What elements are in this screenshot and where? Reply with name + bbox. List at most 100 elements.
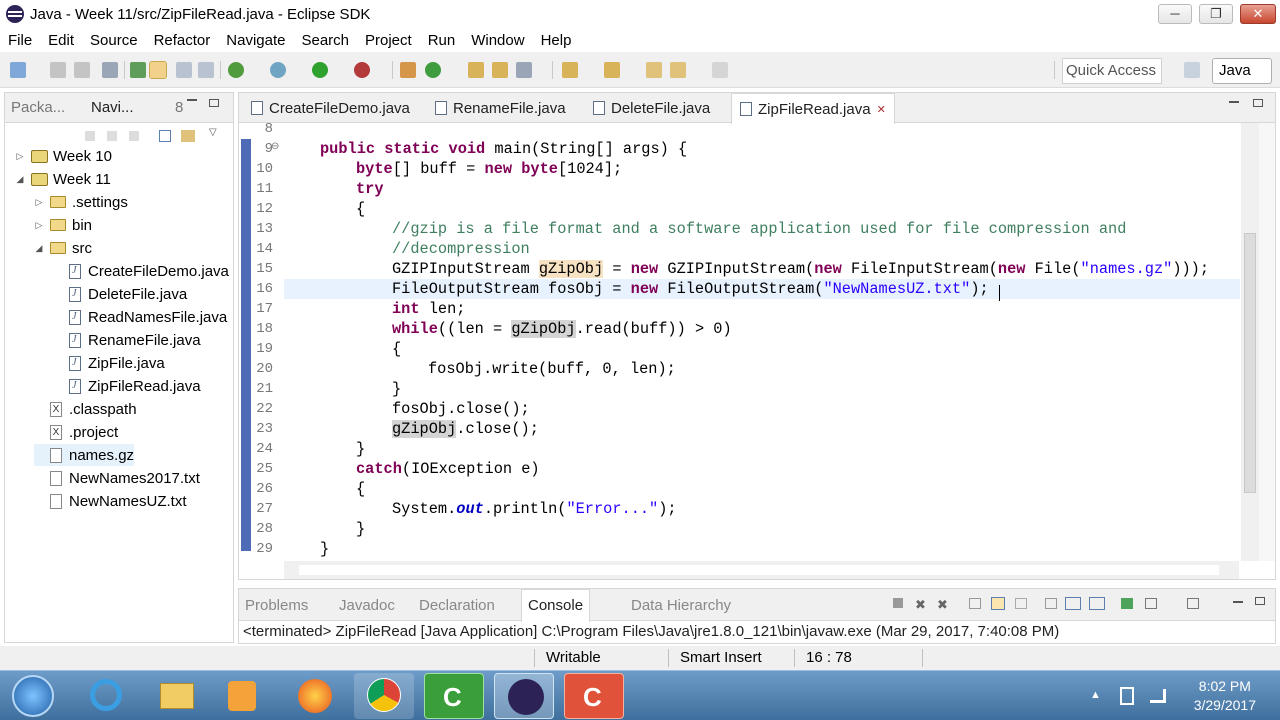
pin-console-icon[interactable]: [1045, 598, 1057, 609]
menu-project[interactable]: Project: [357, 32, 420, 49]
menu-search[interactable]: Search: [293, 32, 357, 49]
menu-run[interactable]: Run: [420, 32, 464, 49]
display-console-icon[interactable]: [1065, 597, 1081, 610]
explorer-taskbar-button[interactable]: [146, 673, 206, 719]
minimize-editor-icon[interactable]: [1229, 101, 1239, 103]
tab-javadoc[interactable]: Javadoc: [339, 597, 395, 614]
overview-ruler[interactable]: [1259, 123, 1275, 561]
media-taskbar-button[interactable]: [212, 673, 272, 719]
tree-item[interactable]: ZipFile.java: [53, 352, 165, 374]
fold-icon[interactable]: ⊖: [271, 141, 279, 152]
expand-toggle-icon[interactable]: ◢: [15, 174, 25, 185]
new-java-project-icon[interactable]: [400, 62, 416, 78]
tree-item[interactable]: ▷ .settings: [34, 191, 128, 213]
open-perspective-icon[interactable]: [1184, 62, 1200, 78]
quick-access-input[interactable]: Quick Access: [1062, 58, 1162, 84]
tab-deletefile[interactable]: DeleteFile.java: [585, 93, 718, 123]
tab-zipfileread[interactable]: ZipFileRead.java ✕: [731, 93, 895, 124]
tab-overflow[interactable]: 8: [175, 99, 183, 116]
menu-navigate[interactable]: Navigate: [218, 32, 293, 49]
eclipse-taskbar-button[interactable]: [494, 673, 554, 719]
tree-item[interactable]: NewNamesUZ.txt: [34, 490, 187, 512]
expand-toggle-icon[interactable]: ▷: [15, 151, 25, 162]
tab-navigator[interactable]: Navi...: [91, 99, 134, 116]
camtasia-green-taskbar-button[interactable]: C: [424, 673, 484, 719]
remove-all-icon[interactable]: ✖: [937, 597, 948, 613]
minimize-console-icon[interactable]: [1233, 601, 1243, 603]
start-button-icon[interactable]: [12, 675, 54, 717]
run-icon[interactable]: [312, 62, 328, 78]
clear-console-icon[interactable]: [969, 598, 981, 609]
collapse-all-icon[interactable]: [159, 130, 171, 142]
save-all-icon[interactable]: [74, 62, 90, 78]
tab-data-hierarchy[interactable]: Data Hierarchy: [631, 597, 731, 614]
new-icon[interactable]: [10, 62, 26, 78]
toggle-mark-icon[interactable]: [149, 61, 167, 79]
tree-item[interactable]: RenameFile.java: [53, 329, 201, 351]
maximize-view-icon[interactable]: [209, 99, 219, 107]
next-annotation-icon[interactable]: [562, 62, 578, 78]
expand-toggle-icon[interactable]: ▷: [34, 197, 44, 208]
tree-item[interactable]: CreateFileDemo.java: [53, 260, 229, 282]
close-tab-icon[interactable]: ✕: [877, 103, 886, 116]
usb-tray-icon[interactable]: [1120, 687, 1134, 705]
show-hidden-icons[interactable]: ▲: [1090, 689, 1101, 701]
remove-launch-icon[interactable]: ✖: [915, 597, 926, 613]
expand-toggle-icon[interactable]: ◢: [34, 243, 44, 254]
tree-item[interactable]: ◢ Week 11: [15, 168, 111, 190]
system-clock[interactable]: 8:02 PM 3/29/2017: [1194, 677, 1256, 715]
word-wrap-icon[interactable]: [1015, 598, 1027, 609]
camtasia-red-taskbar-button[interactable]: C: [564, 673, 624, 719]
open-type-icon[interactable]: [130, 62, 146, 78]
open-console-icon[interactable]: [1089, 597, 1105, 610]
nav-forward-icon[interactable]: [107, 131, 117, 141]
skip-breakpoints-icon[interactable]: [102, 62, 118, 78]
minimize-view-icon[interactable]: [187, 99, 197, 101]
menu-file[interactable]: File: [0, 32, 40, 49]
tree-item[interactable]: NewNames2017.txt: [34, 467, 200, 489]
tree-item[interactable]: ZipFileRead.java: [53, 375, 201, 397]
horizontal-scrollbar[interactable]: [284, 561, 1239, 579]
forward-icon[interactable]: [712, 62, 728, 78]
console-layout2-icon[interactable]: [1187, 598, 1199, 609]
previous-annotation-icon[interactable]: [604, 62, 620, 78]
whitespace-icon[interactable]: [198, 62, 214, 78]
close-button[interactable]: ✕: [1240, 4, 1276, 24]
new-console-icon[interactable]: [1121, 598, 1133, 609]
maximize-button[interactable]: ❐: [1199, 4, 1233, 24]
external-tools-icon[interactable]: [354, 62, 370, 78]
debug-icon[interactable]: [228, 62, 244, 78]
tree-item[interactable]: ▷ Week 10: [15, 145, 112, 167]
menu-source[interactable]: Source: [82, 32, 146, 49]
search-file-icon[interactable]: [492, 62, 508, 78]
tree-item[interactable]: ReadNamesFile.java: [53, 306, 227, 328]
vertical-scrollbar[interactable]: [1241, 123, 1259, 561]
tree-item[interactable]: names.gz: [34, 444, 135, 466]
tree-item[interactable]: X .classpath: [34, 398, 137, 420]
scroll-thumb[interactable]: [1244, 233, 1256, 493]
nav-back-icon[interactable]: [85, 131, 95, 141]
java-perspective-button[interactable]: Java: [1212, 58, 1272, 84]
tab-console[interactable]: Console: [521, 589, 591, 622]
chrome-taskbar-button[interactable]: [354, 673, 414, 719]
menu-window[interactable]: Window: [463, 32, 532, 49]
tree-item[interactable]: ▷ bin: [34, 214, 93, 236]
back-icon[interactable]: [670, 62, 686, 78]
coverage-icon[interactable]: [270, 62, 286, 78]
terminate-icon[interactable]: [893, 598, 903, 608]
maximize-editor-icon[interactable]: [1253, 99, 1263, 107]
maximize-console-icon[interactable]: [1255, 597, 1265, 605]
menu-edit[interactable]: Edit: [40, 32, 82, 49]
tree-item[interactable]: DeleteFile.java: [53, 283, 187, 305]
last-edit-icon[interactable]: [646, 62, 662, 78]
view-menu-icon[interactable]: ▽: [209, 127, 217, 138]
h-scroll-thumb[interactable]: [299, 565, 1219, 575]
expand-toggle-icon[interactable]: ▷: [34, 220, 44, 231]
tab-package-explorer[interactable]: Packa...: [11, 99, 65, 116]
firefox-taskbar-button[interactable]: [284, 673, 344, 719]
tab-renamefile[interactable]: RenameFile.java: [427, 93, 574, 123]
console-layout-icon[interactable]: [1145, 598, 1157, 609]
nav-up-icon[interactable]: [129, 131, 139, 141]
tree-item[interactable]: ◢ src: [34, 237, 92, 259]
minimize-button[interactable]: ─: [1158, 4, 1192, 24]
